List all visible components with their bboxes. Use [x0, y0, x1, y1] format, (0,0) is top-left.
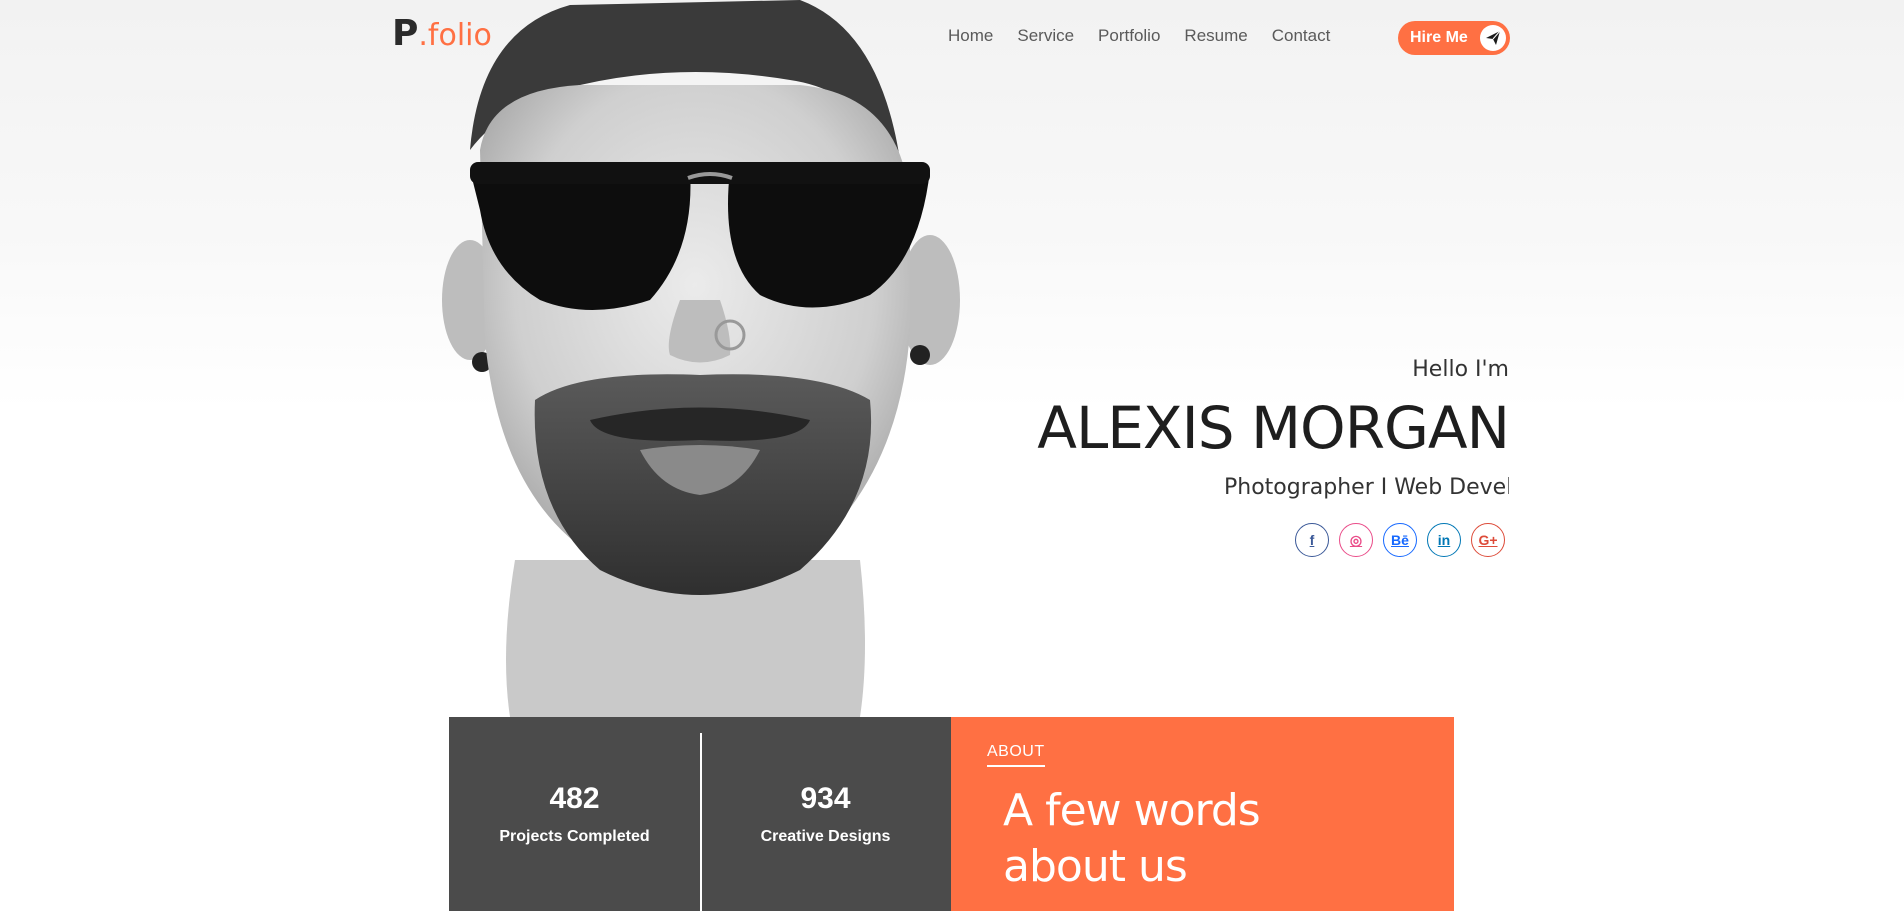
- hero-portrait: [440, 0, 1000, 717]
- stat-projects: 482 Projects Completed: [449, 717, 700, 911]
- nav-portfolio[interactable]: Portfolio: [1098, 26, 1160, 46]
- behance-icon[interactable]: Bē: [1383, 523, 1417, 557]
- google-plus-icon[interactable]: G+: [1471, 523, 1505, 557]
- hero-name: ALEXIS MORGAN: [1037, 394, 1510, 462]
- nav-resume[interactable]: Resume: [1184, 26, 1247, 46]
- nav-contact[interactable]: Contact: [1272, 26, 1331, 46]
- stat-label: Projects Completed: [499, 828, 650, 845]
- dribbble-icon[interactable]: ◎: [1339, 523, 1373, 557]
- about-heading-line2: about us: [1003, 841, 1188, 892]
- paper-plane-icon: [1480, 25, 1506, 51]
- hero-greeting: Hello I'm: [1412, 357, 1509, 382]
- linkedin-icon[interactable]: in: [1427, 523, 1461, 557]
- stat-label: Creative Designs: [760, 828, 891, 845]
- facebook-icon[interactable]: f: [1295, 523, 1329, 557]
- stat-value: 934: [800, 782, 851, 815]
- social-links: f ◎ Bē in G+: [1295, 523, 1505, 557]
- hire-me-label: Hire Me: [1410, 29, 1468, 46]
- about-section: ABOUT A few words about us: [951, 717, 1454, 911]
- hero-role: Photographer I Web Developer: [1224, 475, 1509, 500]
- about-heading: A few words about us: [1003, 783, 1333, 895]
- main-nav: Home Service Portfolio Resume Contact: [948, 26, 1330, 46]
- hero-intro: Hello I'm ALEXIS MORGAN Photographer I W…: [949, 355, 1510, 557]
- stat-value: 482: [549, 782, 600, 815]
- hero-role-container: Photographer I Web Developer: [1224, 471, 1509, 505]
- about-label: ABOUT: [987, 743, 1045, 767]
- stats-band: 482 Projects Completed 934 Creative Desi…: [449, 717, 951, 911]
- nav-service[interactable]: Service: [1017, 26, 1074, 46]
- logo-main: P: [392, 13, 419, 54]
- stat-designs: 934 Creative Designs: [700, 717, 951, 911]
- hire-me-button[interactable]: Hire Me: [1398, 21, 1510, 55]
- about-heading-line1: A few words: [1003, 785, 1261, 836]
